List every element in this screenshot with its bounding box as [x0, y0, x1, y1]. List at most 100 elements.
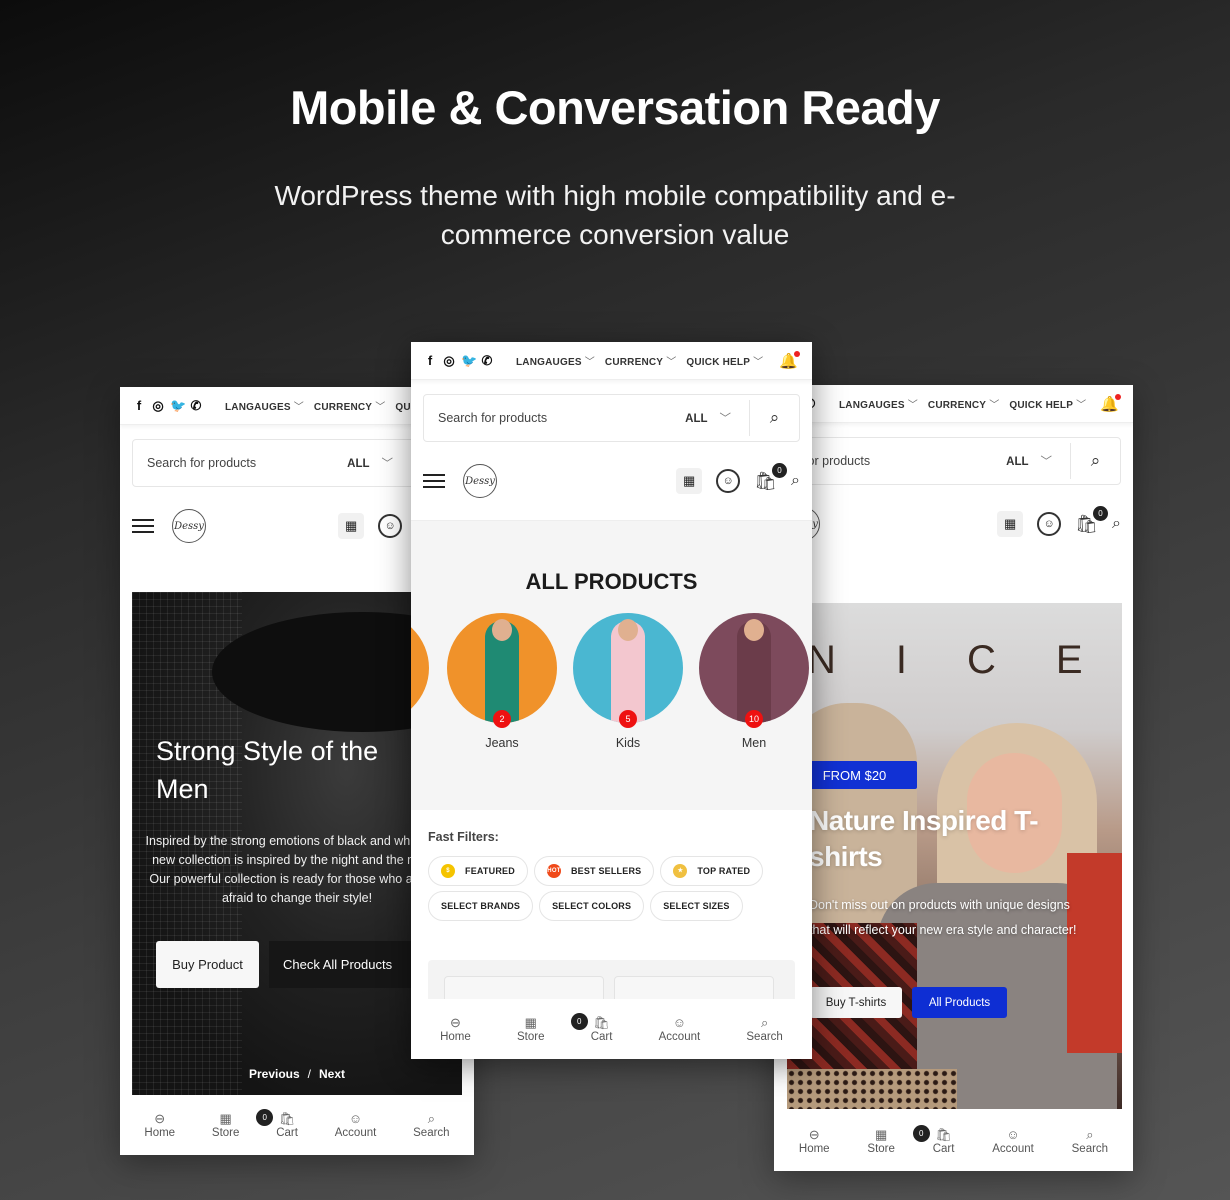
bottom-nav-label: Store	[211, 1127, 240, 1139]
brand-logo[interactable]: Dessy	[463, 464, 497, 498]
search-button[interactable]: ⌕	[1070, 443, 1120, 479]
facebook-icon[interactable]: f	[132, 398, 146, 413]
next-link[interactable]: Next	[319, 1067, 345, 1081]
bottom-nav-label: Store	[516, 1031, 545, 1043]
cart-count-badge: 0	[256, 1109, 274, 1126]
category-select[interactable]: ALL ﹀	[347, 455, 393, 471]
top-menu-label: QUICK HELP	[686, 357, 751, 368]
viber-icon[interactable]: ✆	[480, 353, 494, 369]
bottom-nav-account[interactable]: ☺ Account	[335, 1111, 377, 1139]
top-bar: f◎🐦✆LANGAUGES﹀CURRENCY﹀QUICK HELP﹀🔔	[411, 342, 812, 380]
store-icon: ▦	[875, 1127, 888, 1142]
buy-product-button[interactable]: Buy Product	[156, 941, 259, 988]
top-menu-quick-help[interactable]: QUICK HELP﹀	[1009, 396, 1086, 411]
twitter-icon[interactable]: 🐦	[170, 398, 186, 414]
main-nav: Dessy▦☺🛍0⌕	[774, 485, 1133, 563]
search-input[interactable]: Search for products	[424, 411, 685, 425]
search-icon[interactable]: ⌕	[791, 472, 800, 490]
bottom-nav-account[interactable]: ☺ Account	[992, 1127, 1034, 1155]
filter-chip-top-rated[interactable]: ★ TOP RATED	[660, 856, 764, 886]
category-item[interactable]: 5 Kids	[573, 613, 683, 750]
top-menu-langauges[interactable]: LANGAUGES ﹀	[225, 398, 304, 413]
account-icon: ☺	[672, 1015, 687, 1030]
facebook-icon[interactable]: f	[423, 353, 437, 368]
bottom-nav-label: Cart	[932, 1143, 955, 1155]
top-menu-label: QUICK HELP	[1009, 400, 1074, 411]
bottom-nav-account[interactable]: ☺ Account	[659, 1015, 701, 1043]
top-menu-currency[interactable]: CURRENCY ﹀	[928, 396, 999, 411]
top-menu-label: LANGAUGES	[516, 357, 582, 368]
category-model-head	[618, 619, 638, 641]
store-icon[interactable]: ▦	[676, 468, 703, 494]
cart-count-badge: 0	[1093, 505, 1109, 521]
category-item[interactable]: 2 Jeans	[447, 613, 557, 750]
category-image[interactable]	[699, 613, 809, 723]
home-icon: ⊖	[449, 1015, 461, 1030]
chevron-down-icon: ﹀	[666, 357, 677, 368]
notification-bell-icon[interactable]: 🔔	[1100, 393, 1121, 413]
category-item[interactable]: 10 Men	[699, 613, 809, 750]
search-input[interactable]: Search for products	[133, 456, 347, 470]
top-menu-langauges[interactable]: LANGAUGES ﹀	[839, 396, 918, 411]
cart-icon[interactable]: 🛍0	[1075, 505, 1109, 535]
search-icon[interactable]: ⌕	[1112, 515, 1121, 533]
filter-chip-featured[interactable]: $ FEATURED	[428, 856, 528, 886]
twitter-icon[interactable]: 🐦	[461, 353, 477, 369]
viber-icon[interactable]: ✆	[189, 398, 203, 414]
top-menu-quick-help[interactable]: QUICK HELP﹀	[686, 353, 763, 368]
instagram-icon[interactable]: ◎	[151, 398, 165, 414]
category-image[interactable]	[573, 613, 683, 723]
bottom-nav-cart[interactable]: 🛍 Cart 0	[912, 1125, 955, 1155]
category-select[interactable]: ALL ﹀	[1006, 453, 1052, 469]
bottom-navigation: ⊖ Home ▦ Store 🛍 Cart 0 ☺ Account ⌕ Search	[774, 1111, 1133, 1171]
bottom-nav-label: Search	[746, 1031, 783, 1043]
bottom-nav-search[interactable]: ⌕ Search	[746, 1015, 782, 1043]
store-icon[interactable]: ▦	[338, 513, 365, 539]
store-icon[interactable]: ▦	[997, 511, 1024, 537]
filter-chip-label: SELECT SIZES	[663, 901, 730, 911]
filter-chip-best-sellers[interactable]: HOT BEST SELLERS	[533, 856, 655, 886]
top-menu-langauges[interactable]: LANGAUGES ﹀	[516, 353, 595, 368]
top-menu-currency[interactable]: CURRENCY ﹀	[314, 398, 385, 413]
top-menu-label: LANGAUGES	[839, 400, 905, 411]
all-products-button[interactable]: All Products	[912, 987, 1007, 1018]
bottom-nav-cart[interactable]: 🛍 Cart 0	[570, 1013, 612, 1043]
cart-icon[interactable]: 🛍0	[754, 462, 788, 492]
bottom-nav-cart[interactable]: 🛍 Cart 0	[256, 1109, 298, 1139]
account-icon[interactable]: ☺	[378, 514, 403, 538]
chevron-down-icon: ﹀	[1040, 456, 1053, 468]
bottom-nav-store[interactable]: ▦ Store	[867, 1127, 895, 1155]
bottom-nav-home[interactable]: ⊖ Home	[799, 1127, 830, 1155]
top-menu-currency[interactable]: CURRENCY ﹀	[605, 353, 676, 368]
instagram-icon[interactable]: ◎	[442, 353, 456, 369]
bottom-nav-search[interactable]: ⌕ Search	[413, 1111, 449, 1139]
search-button[interactable]: ⌕	[749, 400, 799, 436]
bottom-nav-home[interactable]: ⊖ Home	[144, 1111, 175, 1139]
filter-chip-select-sizes[interactable]: SELECT SIZES	[650, 891, 743, 921]
top-menu-label: CURRENCY	[927, 400, 987, 411]
account-icon[interactable]: ☺	[716, 469, 741, 493]
hamburger-menu-icon[interactable]	[132, 519, 154, 533]
bottom-nav-store[interactable]: ▦ Store	[212, 1111, 240, 1139]
buy-tshirts-button[interactable]: Buy T-shirts	[810, 987, 902, 1018]
notification-bell-icon[interactable]: 🔔	[779, 350, 800, 370]
hot-badge-icon: HOT	[546, 864, 561, 878]
category-item-partial[interactable]	[411, 613, 429, 723]
account-icon[interactable]: ☺	[1037, 512, 1062, 536]
bottom-nav-search[interactable]: ⌕ Search	[1072, 1127, 1108, 1155]
filter-chip-select-colors[interactable]: SELECT COLORS	[539, 891, 645, 921]
brand-logo[interactable]: Dessy	[172, 509, 206, 543]
hero-subtitle: WordPress theme with high mobile compati…	[274, 180, 956, 250]
chevron-down-icon: ﹀	[293, 402, 304, 413]
bottom-nav-label: Account	[334, 1127, 377, 1139]
cart-count-badge: 0	[772, 462, 788, 478]
bottom-nav-home[interactable]: ⊖ Home	[440, 1015, 471, 1043]
bottom-nav-label: Account	[658, 1031, 701, 1043]
filter-chip-select-brands[interactable]: SELECT BRANDS	[428, 891, 534, 921]
category-select[interactable]: ALL ﹀	[685, 410, 731, 426]
previous-link[interactable]: Previous	[249, 1067, 300, 1081]
category-image[interactable]	[447, 613, 557, 723]
top-menu-label: CURRENCY	[313, 402, 373, 413]
bottom-nav-store[interactable]: ▦ Store	[517, 1015, 545, 1043]
hamburger-menu-icon[interactable]	[423, 474, 445, 488]
